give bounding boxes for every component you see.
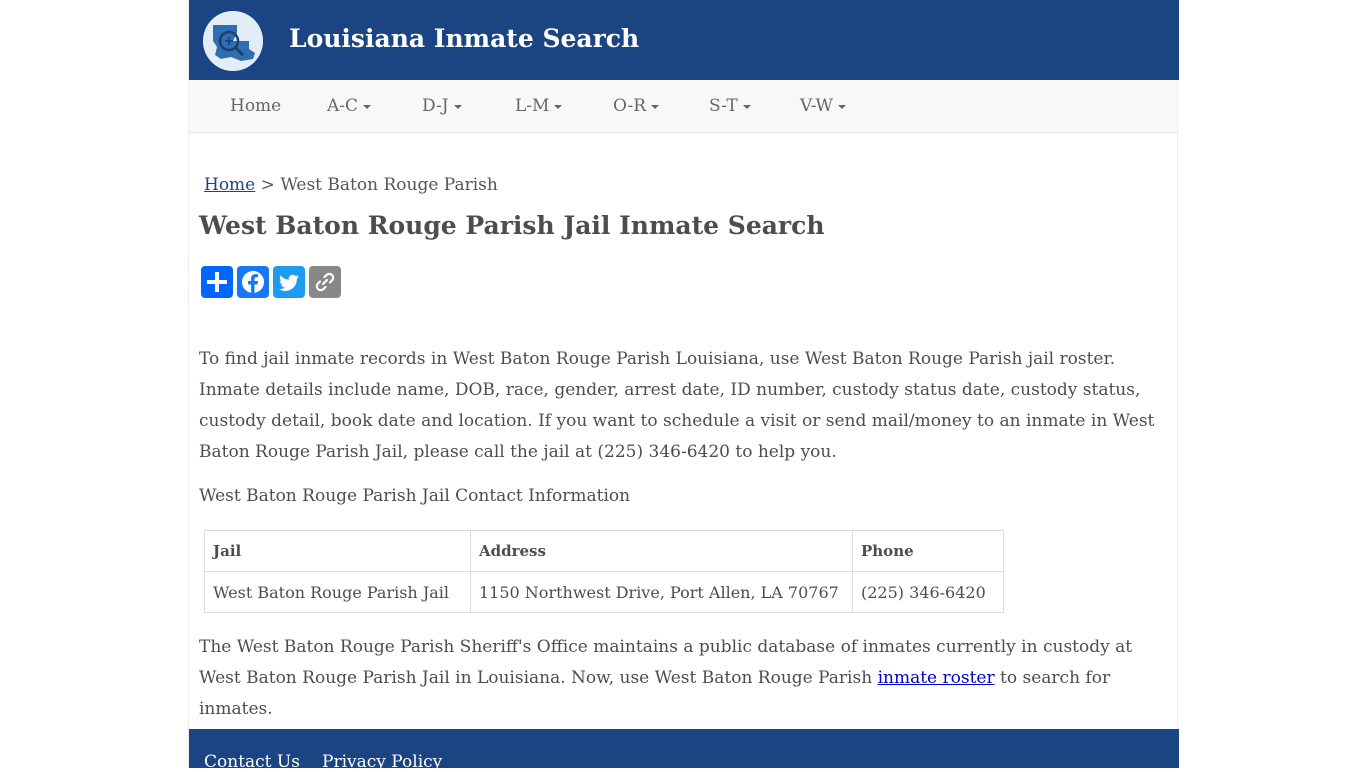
caret-down-icon: [363, 104, 372, 109]
twitter-share-button[interactable]: [273, 266, 305, 298]
nav-v-w-dropdown[interactable]: V-W: [800, 96, 847, 116]
twitter-icon: [278, 274, 299, 291]
table-header-jail: Jail: [204, 530, 471, 572]
nav-o-r-dropdown[interactable]: O-R: [613, 96, 660, 116]
table-header-row: Jail Address Phone: [204, 530, 1004, 572]
caret-down-icon: [838, 104, 847, 109]
copy-link-button[interactable]: [309, 266, 341, 298]
site-header: Louisiana Inmate Search: [189, 0, 1179, 80]
caret-down-icon: [651, 104, 660, 109]
louisiana-magnifier-logo-icon[interactable]: [203, 11, 263, 71]
table-header-phone: Phone: [852, 530, 1004, 572]
nav-home[interactable]: Home: [230, 96, 281, 116]
nav-d-j-dropdown[interactable]: D-J: [422, 96, 462, 116]
nav-a-c-dropdown[interactable]: A-C: [327, 96, 372, 116]
nav-home-label: Home: [230, 96, 282, 116]
contact-info-heading: West Baton Rouge Parish Jail Contact Inf…: [199, 486, 631, 506]
share-button[interactable]: [201, 266, 233, 298]
breadcrumb: Home > West Baton Rouge Parish: [204, 175, 498, 195]
facebook-share-button[interactable]: [237, 266, 269, 298]
caret-down-icon: [453, 104, 462, 109]
nav-a-c-label: A-C: [327, 96, 359, 116]
breadcrumb-separator: >: [260, 175, 275, 195]
table-cell-phone: (225) 346-6420: [852, 571, 1004, 613]
table-cell-jail: West Baton Rouge Parish Jail: [204, 571, 471, 613]
inmate-roster-link[interactable]: inmate roster: [878, 668, 995, 688]
breadcrumb-current: West Baton Rouge Parish: [280, 175, 498, 195]
nav-l-m-dropdown[interactable]: L-M: [515, 96, 563, 116]
share-plus-icon: [207, 272, 227, 292]
nav-v-w-label: V-W: [800, 96, 834, 116]
site-footer: Contact Us Privacy Policy: [189, 729, 1179, 772]
page-title: West Baton Rouge Parish Jail Inmate Sear…: [199, 211, 825, 240]
nav-s-t-dropdown[interactable]: S-T: [709, 96, 751, 116]
closing-paragraph: The West Baton Rouge Parish Sheriff's Of…: [199, 632, 1174, 725]
site-title-link[interactable]: Louisiana Inmate Search: [289, 24, 639, 53]
page-container: Louisiana Inmate Search Home A-C D-J L-M…: [188, 0, 1179, 772]
breadcrumb-home-link[interactable]: Home: [204, 175, 255, 195]
footer-contact-us-link[interactable]: Contact Us: [204, 752, 300, 772]
jail-contact-table: Jail Address Phone West Baton Rouge Pari…: [204, 530, 1004, 613]
nav-s-t-label: S-T: [709, 96, 738, 116]
facebook-icon: [242, 271, 264, 293]
table-cell-address: 1150 Northwest Drive, Port Allen, LA 707…: [470, 571, 853, 613]
intro-paragraph: To find jail inmate records in West Bato…: [199, 349, 1155, 462]
table-header-address: Address: [470, 530, 853, 572]
footer-privacy-policy-link[interactable]: Privacy Policy: [322, 752, 442, 772]
main-navbar: Home A-C D-J L-M O-R S-T V-W: [189, 80, 1179, 133]
copy-link-icon: [315, 272, 335, 292]
nav-o-r-label: O-R: [613, 96, 647, 116]
nav-l-m-label: L-M: [515, 96, 550, 116]
caret-down-icon: [742, 104, 751, 109]
nav-d-j-label: D-J: [422, 96, 449, 116]
caret-down-icon: [554, 104, 563, 109]
table-row: West Baton Rouge Parish Jail 1150 Northw…: [204, 571, 1004, 613]
